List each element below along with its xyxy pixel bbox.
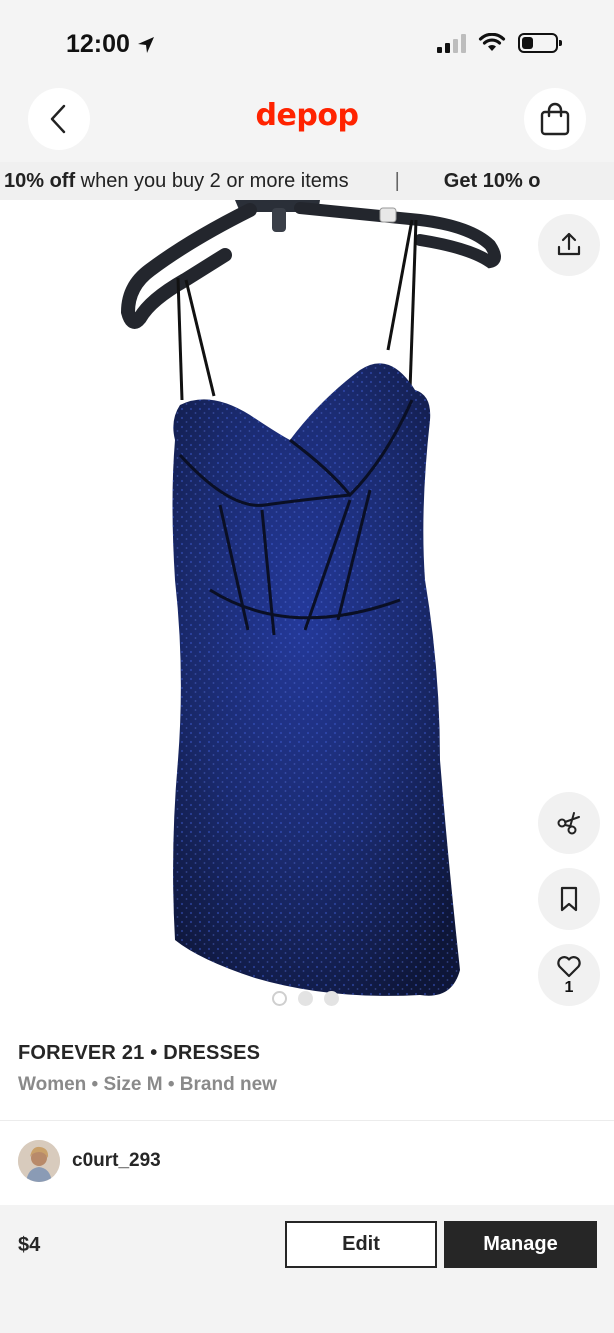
manage-button[interactable]: Manage [444,1221,597,1268]
seller-username[interactable]: c0urt_293 [72,1150,161,1172]
promo-item: Get 10% o [443,170,541,192]
like-count: 1 [564,978,574,996]
like-button[interactable]: 1 [538,944,600,1006]
wifi-icon [478,33,506,51]
seller-avatar[interactable] [18,1140,60,1182]
status-time-text: 12:00 [66,30,130,58]
scissors-icon [557,812,580,835]
battery-icon [518,33,562,53]
divider [0,1120,614,1121]
edit-button[interactable]: Edit [285,1221,437,1268]
product-image-gallery[interactable]: 1 [0,200,614,1025]
price: $4 [18,1234,41,1256]
status-time: 12:00 [66,30,156,59]
make-offer-button[interactable] [538,792,600,854]
bookmark-icon [560,886,578,912]
gallery-dot[interactable] [298,991,313,1006]
save-bookmark-button[interactable] [538,868,600,930]
avatar-image [18,1140,60,1182]
depop-logo[interactable]: depop [0,98,614,133]
battery-fill [522,37,534,49]
promo-track: 10% off when you buy 2 or more items | G… [4,162,541,200]
product-photo-dress [120,200,501,996]
location-arrow-icon [137,36,154,53]
status-bar: 12:00 [0,0,614,80]
share-icon [557,232,581,256]
shopping-bag-button[interactable] [524,88,586,150]
brand-category[interactable]: FOREVER 21 • DRESSES [18,1042,260,1065]
seller-row[interactable]: c0urt_293 [18,1140,161,1182]
bottom-action-bar: $4 Edit Manage [0,1205,614,1333]
header: depop [0,80,614,162]
cell-signal-icon [437,33,466,53]
gallery-dot[interactable] [324,991,339,1006]
heart-icon [557,955,581,977]
status-icons [437,33,562,53]
gallery-pagination [272,991,339,1006]
promo-item: 10% off when you buy 2 or more items [4,170,349,192]
shopping-bag-icon [540,102,570,136]
promo-banner[interactable]: 10% off when you buy 2 or more items | G… [0,162,614,200]
product-attributes: Women • Size M • Brand new [18,1074,277,1095]
gallery-dot[interactable] [272,991,287,1006]
share-button[interactable] [538,214,600,276]
promo-separator: | [394,170,400,192]
